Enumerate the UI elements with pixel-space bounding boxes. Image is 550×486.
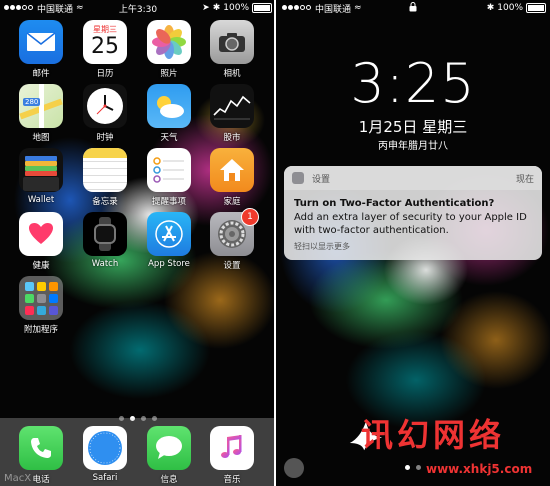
- app-label: 日历: [96, 69, 114, 79]
- app-label: 信息: [160, 475, 178, 485]
- app-health[interactable]: 健康: [11, 212, 71, 271]
- app-watch[interactable]: Watch: [75, 212, 135, 269]
- mail-icon: [19, 20, 63, 64]
- reminders-icon: [147, 148, 191, 192]
- bluetooth-icon: ✱: [486, 3, 495, 13]
- app-label: 天气: [160, 133, 178, 143]
- music-icon: [210, 426, 254, 470]
- app-camera[interactable]: 相机: [202, 20, 262, 79]
- app-label: Watch: [91, 259, 119, 269]
- app-label: 附加程序: [23, 325, 58, 335]
- app-label: 照片: [160, 69, 178, 79]
- app-settings[interactable]: 1 设置: [202, 208, 262, 271]
- dock-music[interactable]: 音乐: [202, 426, 262, 485]
- notification-hint: 轻扫以显示更多: [294, 242, 350, 251]
- calendar-day: 25: [91, 34, 119, 59]
- app-label: 音乐: [223, 475, 241, 485]
- app-app-store[interactable]: App Store: [139, 212, 199, 269]
- lock-time: 3:25: [350, 52, 476, 115]
- maps-icon: 280: [19, 84, 63, 128]
- dock-safari[interactable]: Safari: [75, 426, 135, 483]
- bluetooth-icon: ✱: [212, 3, 221, 13]
- clock-icon: [83, 84, 127, 128]
- app-label: App Store: [148, 259, 190, 269]
- notes-icon: [83, 148, 127, 192]
- lock-lunar-date: 丙申年腊月廿八: [378, 141, 448, 152]
- app-label: 股市: [223, 133, 241, 143]
- stocks-icon: [210, 84, 254, 128]
- settings-badge: 1: [241, 208, 259, 226]
- app-label: Wallet: [27, 195, 55, 205]
- app-label: 设置: [223, 261, 241, 271]
- wallet-icon: [19, 148, 63, 192]
- dock: 电话 Safari 信息 音乐: [0, 418, 276, 486]
- watch-icon: [83, 212, 127, 256]
- app-photos[interactable]: 照片: [139, 20, 199, 79]
- app-mail[interactable]: 邮件: [11, 20, 71, 79]
- phone-icon: [19, 426, 63, 470]
- app-wallet[interactable]: Wallet: [11, 148, 71, 205]
- weather-icon: [147, 84, 191, 128]
- map-route-sign: 280: [23, 98, 41, 106]
- status-bar: 中国联通 ≈ ✱ 100%: [276, 0, 550, 16]
- app-stocks[interactable]: 股市: [202, 84, 262, 143]
- battery-icon: [526, 3, 546, 13]
- home-icon: [210, 148, 254, 192]
- status-bar: 中国联通 ≈ 上午3:30 ➤ ✱ 100%: [0, 0, 276, 16]
- app-reminders[interactable]: 提醒事项: [139, 148, 199, 207]
- lock-date: 1月25日 星期三: [358, 118, 468, 136]
- folder-icon: [19, 276, 63, 320]
- notification-body: Add an extra layer of security to your A…: [294, 212, 527, 236]
- safari-icon: [83, 426, 127, 470]
- app-label: 地图: [32, 133, 50, 143]
- notification-card[interactable]: 设置 现在 Turn on Two-Factor Authentication?…: [284, 166, 542, 260]
- photos-icon: [147, 20, 191, 64]
- home-screen: 中国联通 ≈ 上午3:30 ➤ ✱ 100% 邮件 星期三 25 日历 照片 相…: [0, 0, 276, 486]
- appstore-icon: [147, 212, 191, 256]
- settings-icon: [292, 172, 304, 184]
- notification-header: 设置 现在: [284, 166, 542, 190]
- lock-screen: 中国联通 ≈ ✱ 100% 3:25 1月25日 星期三 丙申年腊月廿八 设置 …: [276, 0, 550, 486]
- messages-icon: [147, 426, 191, 470]
- app-home[interactable]: 家庭: [202, 148, 262, 207]
- battery-icon: [252, 3, 272, 13]
- app-label: Safari: [92, 473, 118, 483]
- calendar-icon: 星期三 25: [83, 20, 127, 64]
- notification-app: 设置: [312, 174, 331, 185]
- app-folder-extras[interactable]: 附加程序: [11, 276, 71, 335]
- watermark-macx: MacX: [4, 473, 32, 484]
- notification-time: 现在: [515, 174, 534, 185]
- notification-title: Turn on Two-Factor Authentication?: [294, 198, 495, 209]
- battery-percent: 100%: [497, 3, 523, 13]
- camera-icon: [210, 20, 254, 64]
- app-clock[interactable]: 时钟: [75, 84, 135, 143]
- app-label: 邮件: [32, 69, 50, 79]
- app-calendar[interactable]: 星期三 25 日历: [75, 20, 135, 79]
- app-maps[interactable]: 280 地图: [11, 84, 71, 143]
- app-label: 备忘录: [92, 197, 118, 207]
- app-label: 提醒事项: [151, 197, 186, 207]
- app-label: 相机: [223, 69, 241, 79]
- app-weather[interactable]: 天气: [139, 84, 199, 143]
- watermark-title: 讯幻网络: [361, 416, 506, 454]
- battery-percent: 100%: [223, 3, 249, 13]
- location-icon: ➤: [202, 3, 210, 13]
- health-icon: [19, 212, 63, 256]
- app-label: 家庭: [223, 197, 241, 207]
- app-label: 健康: [32, 261, 50, 271]
- app-notes[interactable]: 备忘录: [75, 148, 135, 207]
- watermark-url: www.xhkj5.com: [426, 462, 533, 476]
- dock-messages[interactable]: 信息: [139, 426, 199, 485]
- app-label: 时钟: [96, 133, 114, 143]
